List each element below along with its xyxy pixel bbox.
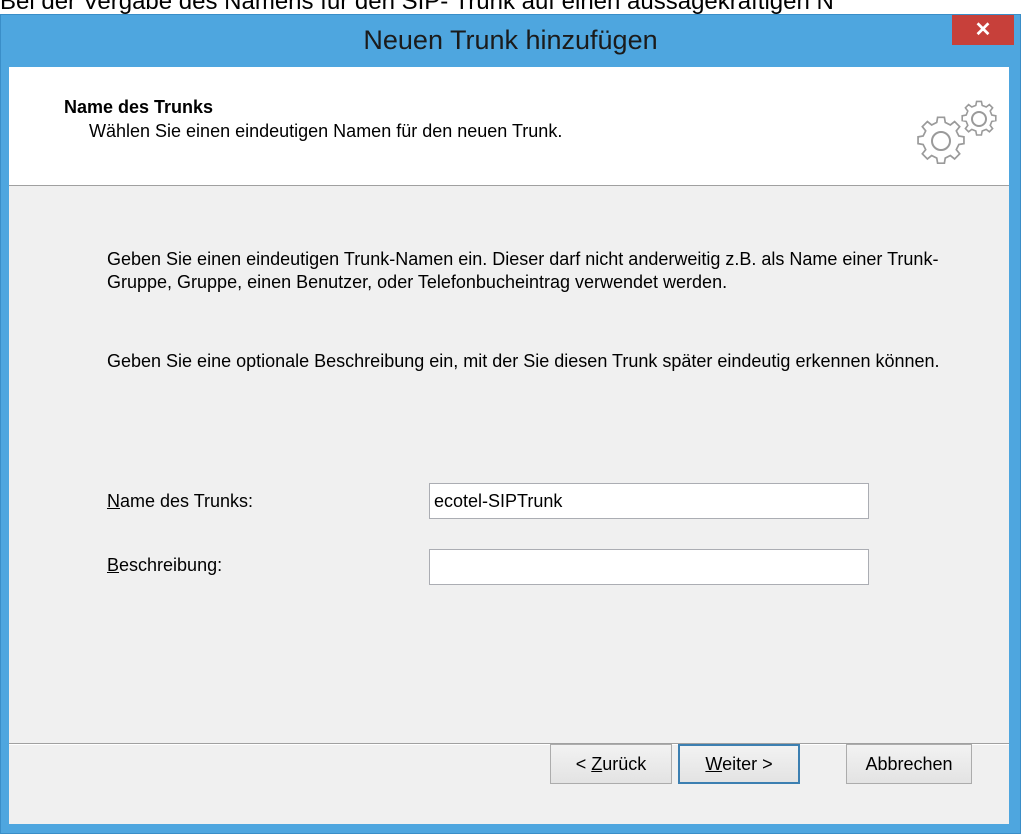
window-title: Neuen Trunk hinzufügen: [363, 25, 658, 55]
wizard-window: Neuen Trunk hinzufügen ✕ Name des Trunks…: [0, 14, 1021, 834]
gears-icon: [917, 100, 997, 165]
next-button[interactable]: Weiter >: [678, 744, 800, 784]
wizard-client-area: Name des Trunks Wählen Sie einen eindeut…: [9, 67, 1009, 824]
instruction-description: Geben Sie eine optionale Beschreibung ei…: [107, 351, 940, 371]
name-label-accel: N: [107, 491, 120, 511]
close-button[interactable]: ✕: [952, 15, 1014, 45]
wizard-header: Name des Trunks Wählen Sie einen eindeut…: [9, 67, 1009, 186]
title-bar[interactable]: Neuen Trunk hinzufügen ✕: [1, 15, 1020, 67]
back-button[interactable]: < Zurück: [550, 744, 672, 784]
name-label-rest: ame des Trunks:: [120, 491, 254, 511]
trunk-name-input[interactable]: [429, 483, 869, 519]
description-input[interactable]: [429, 549, 869, 585]
name-label: Name des Trunks:: [107, 491, 253, 512]
page-subtitle: Wählen Sie einen eindeutigen Namen für d…: [89, 121, 563, 141]
description-label-rest: eschreibung:: [119, 555, 223, 575]
page-title: Name des Trunks: [64, 97, 214, 117]
close-icon: ✕: [974, 19, 992, 41]
instruction-name: Geben Sie einen eindeutigen Trunk-Namen …: [107, 249, 939, 292]
cancel-button[interactable]: Abbrechen: [846, 744, 972, 784]
description-label: Beschreibung:: [107, 555, 222, 576]
description-label-accel: B: [107, 555, 120, 575]
